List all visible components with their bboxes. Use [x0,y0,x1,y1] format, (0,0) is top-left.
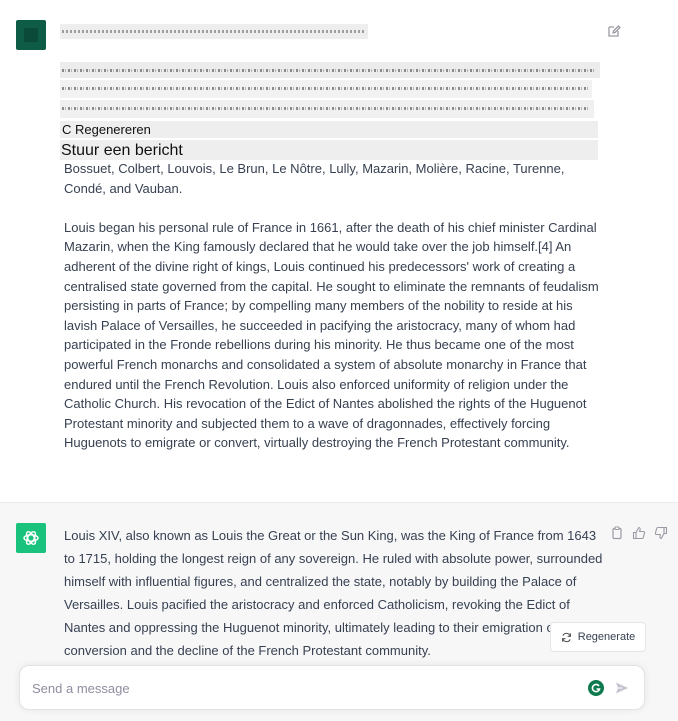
overlay-regenerate-text: C Regenereren [60,121,598,138]
thumbs-down-icon[interactable] [654,526,668,540]
regenerate-label: Regenerate [577,631,636,643]
thumbs-up-icon[interactable] [632,526,646,540]
garbled-text-line [60,100,594,118]
openai-logo-icon [16,523,46,553]
user-paragraph: Louis began his personal rule of France … [64,219,599,451]
message-input[interactable] [32,678,572,698]
garbled-text-line [60,24,368,39]
overlay-prompt-text: Stuur een bericht [60,140,598,160]
send-icon[interactable] [615,681,629,695]
message-actions [610,526,668,540]
user-message-block: C Regenereren Stuur een bericht Bossuet,… [0,0,678,502]
copy-icon[interactable] [610,526,624,540]
user-message-text: Bossuet, Colbert, Louvois, Le Brun, Le N… [64,159,604,473]
refresh-icon [561,632,571,642]
message-composer [19,665,645,710]
regenerate-button[interactable]: Regenerate [550,622,646,652]
grammarly-icon[interactable] [588,680,604,696]
garbled-text-line [60,80,592,98]
edit-icon[interactable] [606,23,622,39]
user-avatar [16,20,46,50]
user-paragraph: Bossuet, Colbert, Louvois, Le Brun, Le N… [64,161,565,196]
garbled-text-line [60,62,600,78]
assistant-message-text: Louis XIV, also known as Louis the Great… [64,528,603,658]
